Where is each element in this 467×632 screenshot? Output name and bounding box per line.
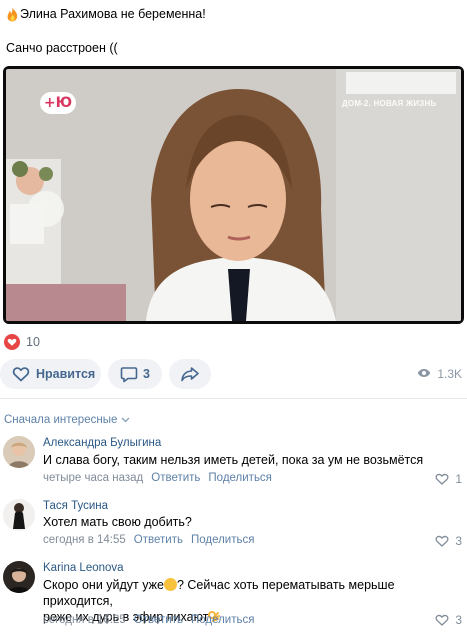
- comment-like-button[interactable]: 1: [435, 472, 462, 486]
- comment-meta: сегодня в 16:25 Ответить Поделиться: [43, 614, 254, 626]
- comment-time[interactable]: четыре часа назад: [43, 472, 143, 484]
- comments-button[interactable]: 3: [108, 359, 162, 389]
- comments-sort-dropdown[interactable]: Сначала интересные: [4, 414, 130, 426]
- avatar[interactable]: [3, 499, 35, 531]
- heart-outline-icon: [435, 614, 449, 626]
- reactions-summary[interactable]: 10: [4, 334, 40, 350]
- avatar[interactable]: [3, 436, 35, 468]
- heart-outline-icon: [435, 473, 449, 485]
- share-arrow-icon: [180, 366, 200, 382]
- views-count: 1.3K: [437, 367, 462, 381]
- comment-icon: [120, 366, 138, 383]
- reply-button[interactable]: Ответить: [151, 472, 200, 484]
- fire-icon: [6, 7, 19, 22]
- comments-sort-label: Сначала интересные: [4, 414, 118, 426]
- comment-item: Александра Булыгина И слава богу, таким …: [0, 436, 467, 492]
- video-frame[interactable]: +Ю ДОМ-2. НОВАЯ ЖИЗНЬ: [6, 69, 461, 321]
- comments-count: 3: [143, 367, 150, 381]
- smirk-emoji-icon: [163, 578, 177, 591]
- heart-outline-icon: [12, 366, 30, 382]
- share-button[interactable]: [169, 359, 211, 389]
- video-player[interactable]: +Ю ДОМ-2. НОВАЯ ЖИЗНЬ: [3, 66, 464, 324]
- comment-time[interactable]: сегодня в 14:55: [43, 534, 126, 546]
- comment-like-count: 3: [455, 613, 462, 627]
- post-title: Элина Рахимова не беременна!: [20, 7, 206, 21]
- share-comment-button[interactable]: Поделиться: [208, 472, 272, 484]
- divider: [0, 398, 467, 399]
- post-subtitle: Санчо расстроен ((: [6, 41, 118, 55]
- comment-item: Karina Leonova Скоро они уйдут уже? Сейч…: [0, 561, 467, 631]
- avatar[interactable]: [3, 561, 35, 593]
- comment-text: Хотел мать свою добить?: [43, 515, 192, 529]
- show-label: ДОМ-2. НОВАЯ ЖИЗНЬ: [342, 99, 437, 108]
- views-counter: 1.3K: [417, 367, 462, 381]
- reply-button[interactable]: Ответить: [134, 614, 183, 626]
- share-comment-button[interactable]: Поделиться: [191, 534, 255, 546]
- post-text: Элина Рахимова не беременна! Санчо расст…: [6, 6, 461, 56]
- comment-author[interactable]: Тася Тусина: [43, 500, 108, 512]
- comment-author[interactable]: Александра Булыгина: [43, 437, 161, 449]
- share-comment-button[interactable]: Поделиться: [191, 614, 255, 626]
- post-actions: Нравится 3 1.3K: [0, 359, 467, 391]
- reply-button[interactable]: Ответить: [134, 534, 183, 546]
- channel-logo: +Ю: [40, 92, 76, 114]
- comment-text: И слава богу, таким нельзя иметь детей, …: [43, 453, 424, 467]
- like-label: Нравится: [36, 367, 96, 381]
- reaction-count: 10: [26, 335, 40, 349]
- comment-text-part: Скоро они уйдут уже: [43, 578, 164, 592]
- comment-meta: сегодня в 14:55 Ответить Поделиться: [43, 534, 254, 546]
- comment-item: Тася Тусина Хотел мать свою добить? сего…: [0, 499, 467, 555]
- comment-like-button[interactable]: 3: [435, 613, 462, 627]
- heart-outline-icon: [435, 535, 449, 547]
- comment-like-count: 3: [455, 534, 462, 548]
- comment-like-button[interactable]: 3: [435, 534, 462, 548]
- comment-author[interactable]: Karina Leonova: [43, 562, 124, 574]
- comment-like-count: 1: [455, 472, 462, 486]
- eye-icon: [417, 367, 431, 381]
- comment-time[interactable]: сегодня в 16:25: [43, 614, 126, 626]
- comment-meta: четыре часа назад Ответить Поделиться: [43, 472, 272, 484]
- like-button[interactable]: Нравится: [0, 359, 101, 389]
- chevron-down-icon: [121, 414, 130, 426]
- heart-reaction-icon: [4, 334, 20, 350]
